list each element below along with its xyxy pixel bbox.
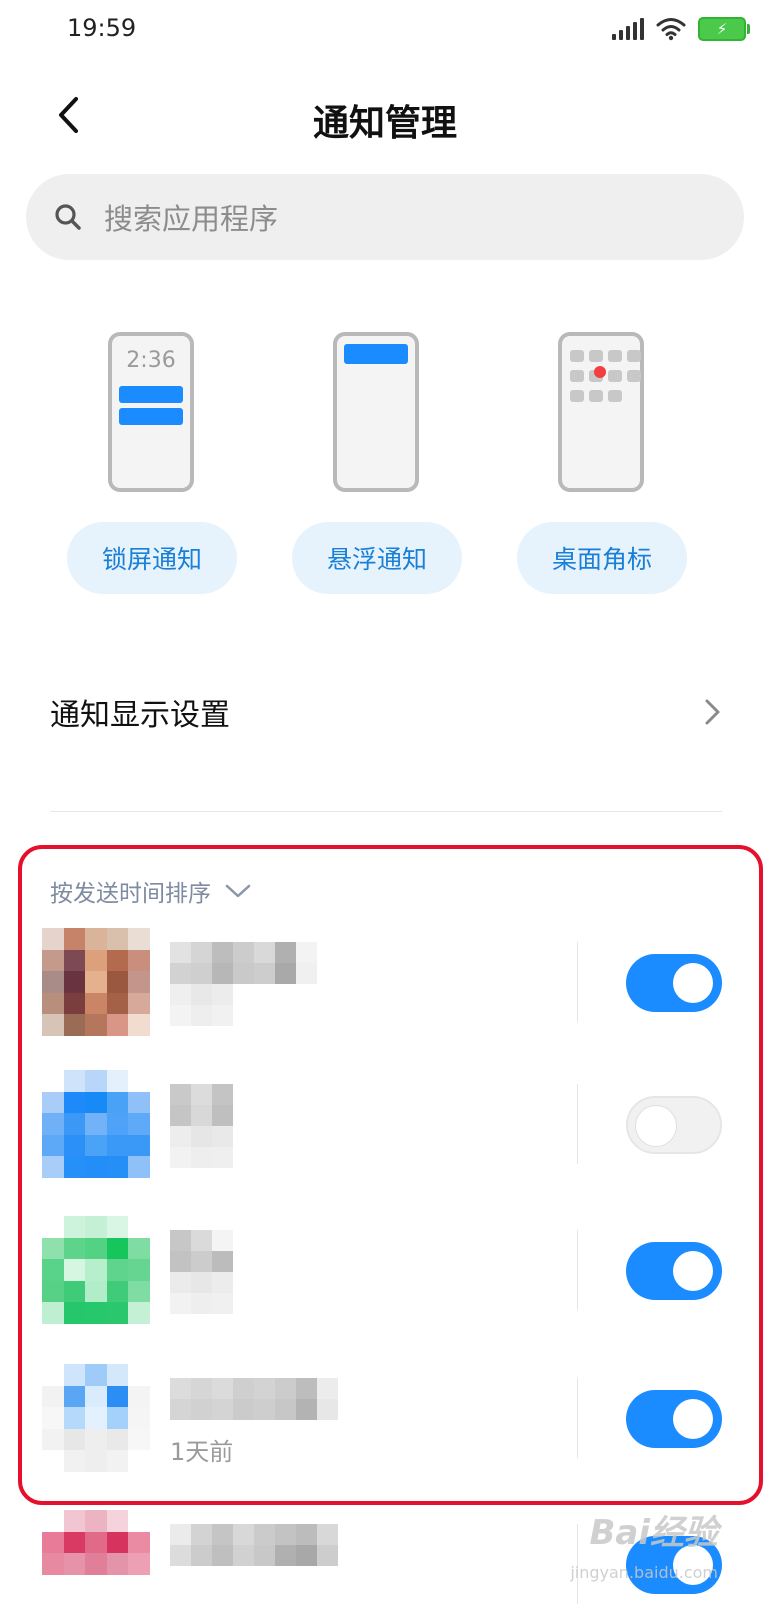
app-row[interactable]	[42, 1070, 722, 1182]
notification-toggle[interactable]	[626, 954, 722, 1012]
app-icon	[42, 1510, 150, 1618]
notification-toggle[interactable]	[626, 1390, 722, 1448]
watermark-url: jingyan.baidu.com	[570, 1563, 718, 1582]
row-separator	[577, 1230, 578, 1310]
app-icon	[42, 928, 150, 1036]
app-row[interactable]: 1天前	[42, 1364, 722, 1476]
lock-screen-notification-button[interactable]: 锁屏通知	[67, 522, 237, 594]
battery-icon: ⚡	[698, 17, 750, 41]
app-row[interactable]	[42, 1216, 722, 1328]
row-separator	[577, 942, 578, 1022]
chevron-down-icon	[225, 884, 251, 898]
badge-preview	[558, 332, 644, 492]
preview-clock: 2:36	[126, 348, 176, 373]
app-name-blurred	[170, 1084, 233, 1168]
floating-preview	[333, 332, 419, 492]
app-icon	[42, 1216, 150, 1324]
status-time: 19:59	[67, 14, 137, 42]
row-separator	[577, 1378, 578, 1458]
watermark-logo: Bai经验	[589, 1513, 718, 1553]
app-name-blurred	[170, 942, 317, 1026]
page-title: 通知管理	[312, 103, 457, 144]
last-notified-time: 1天前	[170, 1438, 234, 1466]
row-separator	[577, 1084, 578, 1164]
sort-dropdown[interactable]: 按发送时间排序	[50, 874, 251, 908]
floating-notification-button[interactable]: 悬浮通知	[292, 522, 462, 594]
app-name-blurred	[170, 1524, 338, 1566]
desktop-badge-button[interactable]: 桌面角标	[517, 522, 687, 594]
status-icons: ⚡	[612, 14, 750, 44]
search-placeholder: 搜索应用程序	[104, 202, 279, 236]
notification-toggle[interactable]	[626, 1242, 722, 1300]
badge-dot-icon	[594, 366, 606, 378]
notification-toggle[interactable]	[626, 1096, 722, 1154]
wifi-icon	[656, 18, 686, 41]
divider	[50, 811, 722, 812]
app-icon	[42, 1070, 150, 1178]
search-input[interactable]: 搜索应用程序	[26, 174, 744, 260]
search-icon	[55, 204, 81, 230]
app-name-blurred	[170, 1378, 338, 1420]
app-name-blurred	[170, 1230, 233, 1314]
setting-label: 通知显示设置	[50, 698, 230, 733]
signal-icon	[612, 18, 644, 40]
sort-label: 按发送时间排序	[50, 881, 211, 907]
app-icon	[42, 1364, 150, 1472]
lock-screen-preview: 2:36	[108, 332, 194, 492]
chevron-right-icon	[705, 699, 720, 725]
app-row[interactable]	[42, 928, 722, 1040]
notification-display-settings-row[interactable]: 通知显示设置	[50, 684, 722, 740]
